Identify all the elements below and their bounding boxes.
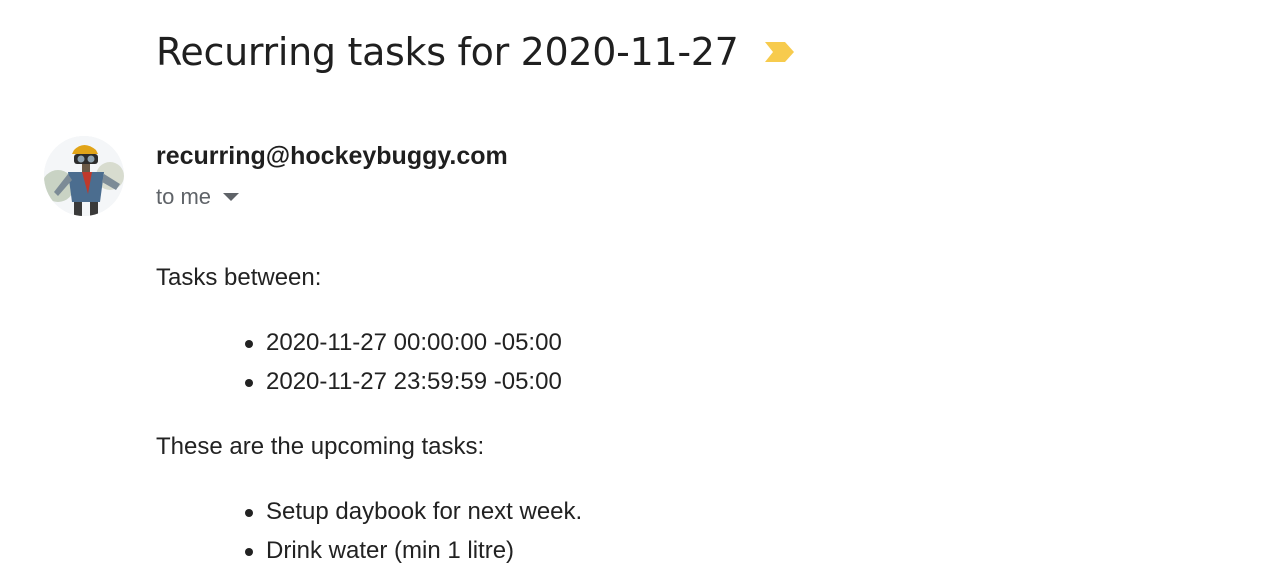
list-item: Drink water (min 1 litre) (244, 531, 582, 570)
sender-avatar[interactable] (44, 136, 124, 216)
email-subject: Recurring tasks for 2020-11-27 (156, 30, 739, 74)
importance-marker-icon[interactable] (763, 39, 797, 65)
list-item: 2020-11-27 00:00:00 -05:00 (245, 323, 562, 362)
robot-avatar-icon (44, 136, 124, 216)
task-list: Setup daybook for next week. Drink water… (244, 492, 582, 570)
upcoming-tasks-heading: These are the upcoming tasks: (156, 433, 485, 460)
email-view: Recurring tasks for 2020-11-27 recurring… (0, 0, 1266, 580)
chevron-down-icon[interactable] (223, 193, 240, 201)
subject-row: Recurring tasks for 2020-11-27 (156, 26, 797, 78)
tasks-between-heading: Tasks between: (156, 264, 322, 291)
list-item: Setup daybook for next week. (244, 492, 582, 531)
list-item: 2020-11-27 23:59:59 -05:00 (245, 362, 562, 401)
recipient-label: to me (156, 184, 212, 209)
sender-address: recurring@hockeybuggy.com (156, 142, 508, 170)
time-range-list: 2020-11-27 00:00:00 -05:00 2020-11-27 23… (245, 323, 562, 401)
recipient-details-toggle[interactable]: to me (156, 182, 240, 212)
